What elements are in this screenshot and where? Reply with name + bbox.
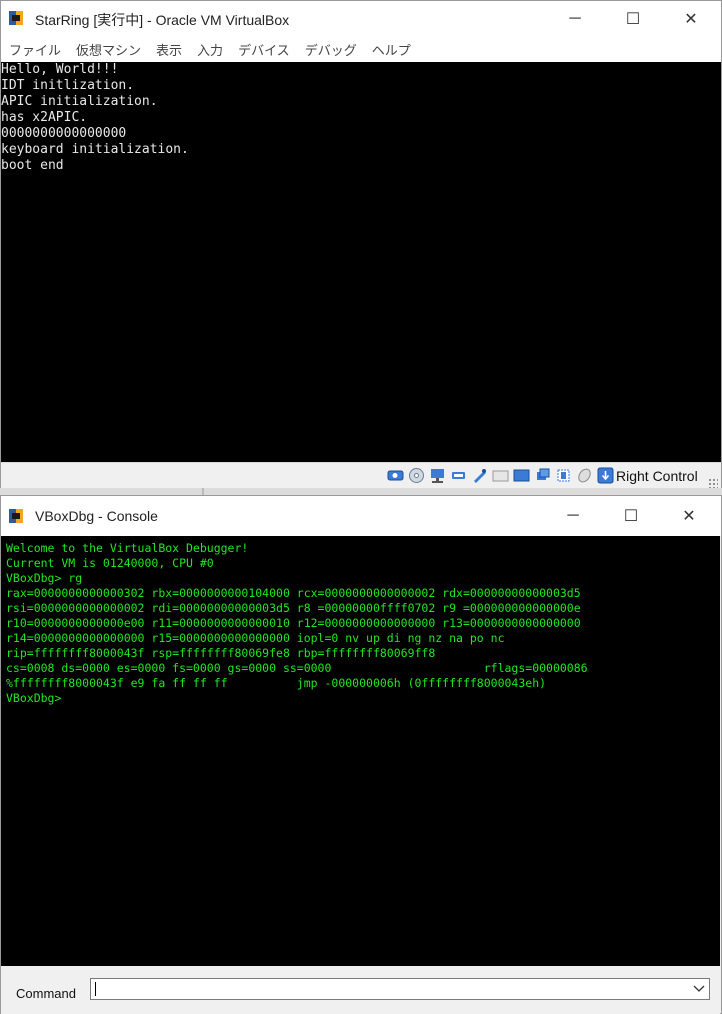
vm-output-line: IDT initlization. — [1, 78, 135, 93]
virtualbox-app-icon — [9, 509, 23, 523]
vm-output-line: Hello, World!!! — [1, 62, 119, 77]
console-line: VBoxDbg> rg — [6, 571, 83, 585]
vm-output-line: 0000000000000000 — [1, 126, 127, 141]
title-bar[interactable]: StarRing [実行中] - Oracle VM VirtualBox ─ … — [1, 1, 721, 36]
debugger-console-window: VBoxDbg - Console ─ ☐ ✕ Welcome to the V… — [0, 495, 722, 1014]
title-bar[interactable]: VBoxDbg - Console ─ ☐ ✕ — [1, 496, 721, 536]
vm-output-line: boot end — [1, 158, 64, 173]
maximize-icon: ☐ — [625, 10, 641, 28]
recording-icon[interactable] — [533, 466, 552, 485]
close-icon: ✕ — [682, 508, 696, 525]
menu-help[interactable]: ヘルプ — [372, 40, 411, 59]
maximize-icon: ☐ — [623, 508, 639, 525]
menu-view[interactable]: 表示 — [156, 40, 182, 59]
vm-display[interactable]: Hello, World!!! IDT initlization. APIC i… — [1, 62, 721, 462]
virtualbox-app-icon — [9, 11, 23, 25]
keyboard-icon[interactable] — [596, 466, 615, 485]
chevron-down-icon[interactable] — [692, 981, 706, 997]
virtualbox-window: StarRing [実行中] - Oracle VM VirtualBox ─ … — [0, 0, 722, 494]
mouse-integration-icon[interactable] — [575, 466, 594, 485]
background-strip — [0, 488, 722, 495]
vm-output-line: keyboard initialization. — [1, 142, 189, 157]
hard-disk-icon[interactable] — [386, 466, 405, 485]
menu-file[interactable]: ファイル — [9, 40, 61, 59]
debugger-console-output[interactable]: Welcome to the VirtualBox Debugger! Curr… — [1, 536, 720, 966]
menu-input[interactable]: 入力 — [197, 40, 223, 59]
status-bar: Right Control — [1, 462, 721, 490]
optical-drive-icon[interactable] — [407, 466, 426, 485]
vm-output-line: has x2APIC. — [1, 110, 88, 125]
minimize-icon: ─ — [569, 9, 581, 27]
console-line: %ffffffff8000043f e9 fa ff ff ff jmp -00… — [6, 676, 547, 690]
console-line: VBoxDbg> — [6, 691, 62, 705]
maximize-button[interactable]: ☐ — [604, 1, 662, 36]
close-button[interactable]: ✕ — [662, 1, 720, 36]
minimize-icon: ─ — [567, 507, 579, 524]
console-line: Welcome to the VirtualBox Debugger! — [6, 541, 249, 555]
display-icon[interactable] — [491, 466, 510, 485]
console-line: Current VM is 01240000, CPU #0 — [6, 556, 214, 570]
divider — [202, 488, 204, 495]
minimize-button[interactable]: ─ — [544, 496, 602, 536]
text-caret — [95, 982, 96, 996]
menu-machine[interactable]: 仮想マシン — [76, 40, 141, 59]
shared-folder-icon[interactable] — [470, 466, 489, 485]
menu-debug[interactable]: デバッグ — [305, 40, 357, 59]
menu-devices[interactable]: デバイス — [238, 40, 290, 59]
console-line: rsi=0000000000000002 rdi=00000000000003d… — [6, 601, 581, 615]
network-icon[interactable] — [428, 466, 447, 485]
resize-grip-icon[interactable] — [708, 478, 718, 488]
menu-bar: ファイル 仮想マシン 表示 入力 デバイス デバッグ ヘルプ — [1, 36, 721, 62]
console-line: rax=0000000000000302 rbx=000000000010400… — [6, 586, 581, 600]
console-line: rip=ffffffff8000043f rsp=ffffffff80069fe… — [6, 646, 436, 660]
video-capture-icon[interactable] — [512, 466, 531, 485]
command-input[interactable] — [90, 978, 710, 1000]
console-line: cs=0008 ds=0000 es=0000 fs=0000 gs=0000 … — [6, 661, 588, 675]
window-title: VBoxDbg - Console — [35, 508, 158, 524]
console-line: r10=0000000000000e00 r11=000000000000001… — [6, 616, 581, 630]
vm-output-line: APIC initialization. — [1, 94, 158, 109]
close-button[interactable]: ✕ — [660, 496, 718, 536]
window-title: StarRing [実行中] - Oracle VM VirtualBox — [35, 12, 290, 28]
close-icon: ✕ — [684, 10, 698, 28]
command-row: Command — [1, 970, 720, 1014]
command-label: Command — [16, 986, 76, 1001]
minimize-button[interactable]: ─ — [546, 1, 604, 36]
maximize-button[interactable]: ☐ — [602, 496, 660, 536]
usb-icon[interactable] — [449, 466, 468, 485]
host-key-label[interactable]: Right Control — [616, 468, 698, 484]
cpu-icon[interactable] — [554, 466, 573, 485]
console-line: r14=0000000000000000 r15=000000000000000… — [6, 631, 505, 645]
